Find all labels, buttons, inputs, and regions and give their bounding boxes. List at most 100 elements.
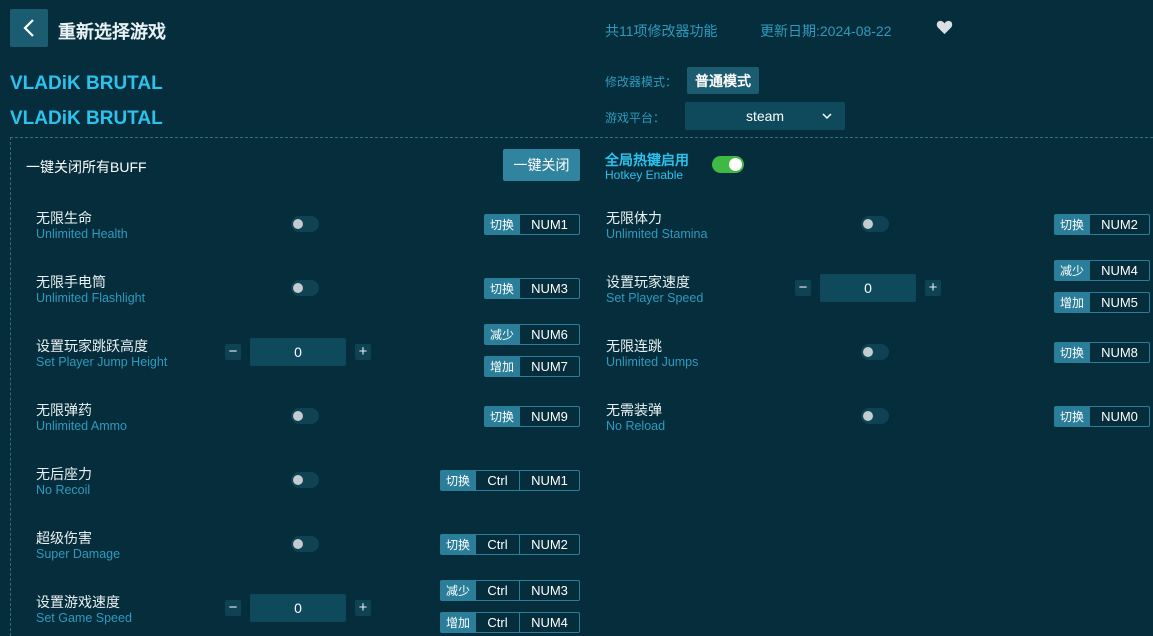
platform-value: steam [745,108,785,124]
feature-label: 设置玩家速度 [606,274,690,290]
feature-label: 无限弹药 [36,402,92,418]
hotkey-chip: 减少 NUM4 [1054,260,1150,281]
feature-toggle[interactable] [291,216,319,232]
hotkey-key[interactable]: NUM6 [520,324,580,345]
hotkey-chip: 增加 NUM7 [484,356,580,377]
back-button[interactable] [10,9,48,47]
increase-button[interactable]: + [355,344,371,360]
hotkey-key[interactable]: NUM7 [520,356,580,377]
hotkey-key[interactable]: NUM1 [520,470,580,491]
decrease-button[interactable]: − [225,344,241,360]
chevron-left-icon [23,19,34,37]
hotkey-action: 增加 [440,612,476,633]
toggle-knob [863,411,873,421]
feature-toggle[interactable] [291,408,319,424]
hotkey-action: 增加 [1054,292,1090,313]
increase-button[interactable]: + [355,600,371,616]
hotkey-action: 切换 [484,214,520,235]
value-input[interactable]: 0 [250,338,346,366]
feature-label-en: Set Player Speed [606,291,704,305]
hotkey-action: 减少 [1054,260,1090,281]
hotkey-key[interactable]: Ctrl [476,612,520,633]
disable-all-label: 一键关闭所有BUFF [26,159,147,175]
hotkey-action: 增加 [484,356,520,377]
game-title: VLADiK BRUTAL [10,73,163,94]
hotkey-chip: 增加 NUM5 [1054,292,1150,313]
favorite-button[interactable] [936,19,953,40]
hotkey-action: 切换 [484,406,520,427]
hotkey-chip: 增加 Ctrl NUM4 [440,612,580,633]
toggle-knob [293,219,303,229]
hotkey-chip: 切换 NUM3 [484,278,580,299]
hotkey-key[interactable]: NUM4 [520,612,580,633]
chevron-down-icon [822,113,832,120]
toggle-knob [293,475,303,485]
feature-label-en: Unlimited Ammo [36,419,127,433]
hotkey-key[interactable]: NUM9 [520,406,580,427]
feature-label: 无限手电筒 [36,274,106,290]
hotkey-key[interactable]: NUM2 [1090,214,1150,235]
hotkey-chip: 切换 Ctrl NUM2 [440,534,580,555]
decrease-button[interactable]: − [225,600,241,616]
hotkey-action: 减少 [440,580,476,601]
hotkey-key[interactable]: NUM1 [520,214,580,235]
feature-toggle[interactable] [861,408,889,424]
hotkey-chip: 切换 Ctrl NUM1 [440,470,580,491]
hotkey-chip: 切换 NUM9 [484,406,580,427]
decrease-button[interactable]: − [795,280,811,296]
hotkey-key[interactable]: Ctrl [476,470,520,491]
hotkey-key[interactable]: NUM8 [1090,342,1150,363]
hotkey-action: 切换 [1054,406,1090,427]
hotkey-enable-label-en: Hotkey Enable [605,168,684,182]
feature-label-en: Unlimited Stamina [606,227,708,241]
hotkey-key[interactable]: NUM2 [520,534,580,555]
hotkey-action: 切换 [440,470,476,491]
game-subtitle: VLADiK BRUTAL [10,108,163,129]
hotkey-key[interactable]: Ctrl [476,580,520,601]
hotkey-key[interactable]: NUM3 [520,278,580,299]
feature-toggle[interactable] [861,344,889,360]
feature-label: 设置游戏速度 [36,594,120,610]
feature-label-en: Set Player Jump Height [36,355,168,369]
feature-toggle[interactable] [291,280,319,296]
hotkey-chip: 切换 NUM8 [1054,342,1150,363]
toggle-knob [293,539,303,549]
feature-label: 设置玩家跳跃高度 [36,338,148,354]
page-title: 重新选择游戏 [58,22,166,42]
feature-toggle[interactable] [291,472,319,488]
hotkey-chip: 减少 NUM6 [484,324,580,345]
value-input[interactable]: 0 [820,274,916,302]
toggle-knob [863,219,873,229]
platform-select[interactable]: steam [685,102,845,130]
mode-label: 修改器模式： [605,75,678,89]
hotkey-action: 减少 [484,324,520,345]
hotkey-key[interactable]: Ctrl [476,534,520,555]
feature-label: 超级伤害 [36,530,92,546]
feature-toggle[interactable] [291,536,319,552]
platform-label: 游戏平台： [605,111,666,125]
feature-label: 无限体力 [606,210,662,226]
disable-all-button[interactable]: 一键关闭 [503,149,580,181]
hotkey-key[interactable]: NUM4 [1090,260,1150,281]
feature-toggle[interactable] [861,216,889,232]
feature-label: 无限连跳 [606,338,662,354]
hotkey-chip: 切换 NUM1 [484,214,580,235]
heart-icon [936,20,953,35]
toggle-knob [293,283,303,293]
feature-label: 无需装弹 [606,402,662,418]
hotkey-key[interactable]: NUM3 [520,580,580,601]
hotkey-enable-label: 全局热键启用 [605,152,689,168]
hotkey-key[interactable]: NUM5 [1090,292,1150,313]
hotkey-chip: 减少 Ctrl NUM3 [440,580,580,601]
hotkey-chip: 切换 NUM2 [1054,214,1150,235]
hotkey-action: 切换 [1054,342,1090,363]
value-input[interactable]: 0 [250,594,346,622]
hotkey-enable-toggle[interactable] [712,156,744,173]
feature-count: 共11项修改器功能 [605,23,718,39]
increase-button[interactable]: + [925,280,941,296]
feature-label: 无后座力 [36,466,92,482]
hotkey-key[interactable]: NUM0 [1090,406,1150,427]
mode-button[interactable]: 普通模式 [687,67,759,94]
feature-label-en: No Recoil [36,483,91,497]
toggle-knob [293,411,303,421]
